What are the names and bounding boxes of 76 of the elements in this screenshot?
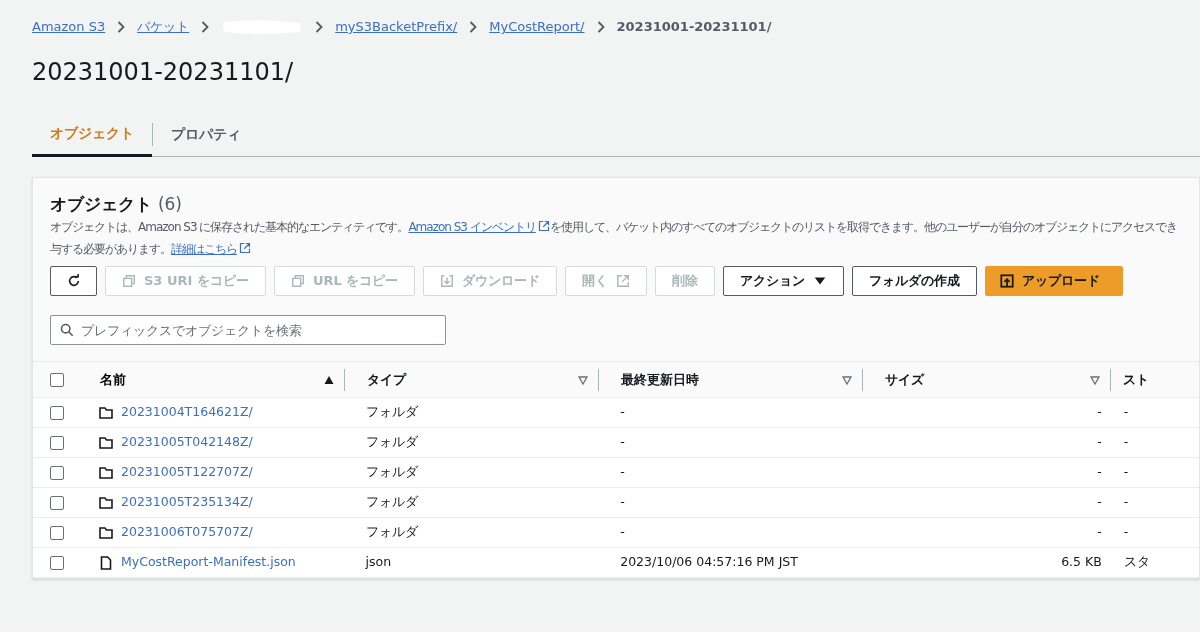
object-size: - bbox=[1097, 434, 1102, 450]
object-size: - bbox=[1097, 494, 1102, 510]
page-title: 20231001-20231101/ bbox=[32, 58, 295, 87]
column-header: スト bbox=[1122, 370, 1150, 389]
upload-icon bbox=[1000, 274, 1015, 289]
folder-icon bbox=[99, 495, 113, 510]
last-modified: - bbox=[620, 524, 625, 540]
breadcrumb-link[interactable]: Amazon S3 bbox=[32, 17, 106, 37]
description-text: オブジェクトは、Amazon S3 に保存された基本的なエンティティです。 bbox=[50, 220, 409, 235]
column-header: 最終更新日時 bbox=[621, 370, 701, 389]
object-type: フォルダ bbox=[365, 434, 418, 450]
last-modified: - bbox=[620, 494, 625, 510]
search-icon bbox=[60, 323, 74, 338]
object-type: フォルダ bbox=[365, 524, 418, 540]
breadcrumb-current: 20231001-20231101/ bbox=[616, 18, 772, 37]
storage-class: スタ bbox=[1123, 554, 1150, 570]
object-type: json bbox=[365, 554, 392, 570]
external-link-icon bbox=[616, 274, 631, 289]
refresh-icon bbox=[66, 274, 81, 289]
storage-class: - bbox=[1123, 434, 1129, 450]
tab[interactable]: プロパティ bbox=[153, 112, 259, 156]
checkbox[interactable] bbox=[50, 465, 64, 480]
external-link-icon bbox=[537, 220, 550, 233]
checkbox[interactable] bbox=[50, 495, 64, 510]
storage-class: - bbox=[1123, 494, 1129, 510]
tab[interactable]: オブジェクト bbox=[32, 112, 152, 157]
chevron-right-icon bbox=[315, 21, 324, 33]
object-size: - bbox=[1097, 464, 1102, 480]
checkbox[interactable] bbox=[50, 435, 64, 450]
upload-button[interactable]: アップロード bbox=[985, 266, 1124, 297]
description-text: 与する必要があります。 bbox=[50, 242, 171, 257]
toolbar-button[interactable]: フォルダの作成 bbox=[852, 266, 978, 297]
storage-class: - bbox=[1123, 524, 1129, 540]
download-icon bbox=[440, 274, 455, 289]
file-icon bbox=[99, 555, 113, 570]
last-modified: - bbox=[620, 434, 625, 450]
object-count: (6) bbox=[157, 193, 182, 214]
breadcrumb-link[interactable]: バケット bbox=[137, 17, 190, 37]
column-header: 名前 bbox=[100, 370, 127, 389]
object-size: 6.5 KB bbox=[1061, 554, 1102, 570]
last-modified: - bbox=[620, 404, 625, 420]
panel-heading: オブジェクト bbox=[50, 193, 152, 214]
copy-icon bbox=[290, 274, 305, 289]
refresh-button[interactable] bbox=[50, 266, 97, 297]
dropdown-button[interactable]: アクション bbox=[723, 266, 845, 297]
breadcrumb-link[interactable]: myS3BacketPrefix/ bbox=[335, 17, 458, 37]
help-link[interactable]: 詳細はこちら bbox=[171, 242, 251, 257]
chevron-right-icon bbox=[469, 21, 478, 33]
folder-icon bbox=[99, 435, 113, 450]
folder-icon bbox=[99, 405, 113, 420]
folder-icon bbox=[99, 465, 113, 480]
checkbox[interactable] bbox=[50, 525, 64, 540]
copy-icon bbox=[122, 274, 136, 289]
last-modified: 2023/10/06 04:57:16 PM JST bbox=[620, 554, 798, 570]
object-type: フォルダ bbox=[365, 464, 418, 480]
object-size: - bbox=[1097, 524, 1102, 540]
breadcrumb-link[interactable]: MyCostReport/ bbox=[489, 17, 585, 37]
folder-icon bbox=[99, 525, 113, 540]
checkbox[interactable] bbox=[50, 405, 64, 420]
help-link[interactable]: Amazon S3 インベントリ bbox=[408, 220, 550, 235]
storage-class: - bbox=[1123, 404, 1129, 420]
column-header: サイズ bbox=[884, 370, 926, 389]
chevron-right-icon bbox=[117, 21, 126, 33]
last-modified: - bbox=[620, 464, 625, 480]
description-text: を使用して、バケット内のすべてのオブジェクトのリストを取得できます。他のユーザーが自分のオブジェクトにアクセスでき bbox=[549, 220, 1177, 235]
object-type: フォルダ bbox=[365, 494, 418, 510]
column-header: タイプ bbox=[366, 370, 408, 389]
checkbox[interactable] bbox=[50, 373, 64, 388]
chevron-right-icon bbox=[596, 21, 605, 33]
chevron-right-icon bbox=[201, 21, 210, 33]
object-size: - bbox=[1097, 404, 1102, 420]
storage-class: - bbox=[1123, 464, 1129, 480]
checkbox[interactable] bbox=[50, 555, 64, 570]
object-type: フォルダ bbox=[365, 404, 418, 420]
search-field[interactable]: プレフィックスでオブジェクトを検索 bbox=[50, 315, 446, 346]
external-link-icon bbox=[239, 242, 251, 255]
